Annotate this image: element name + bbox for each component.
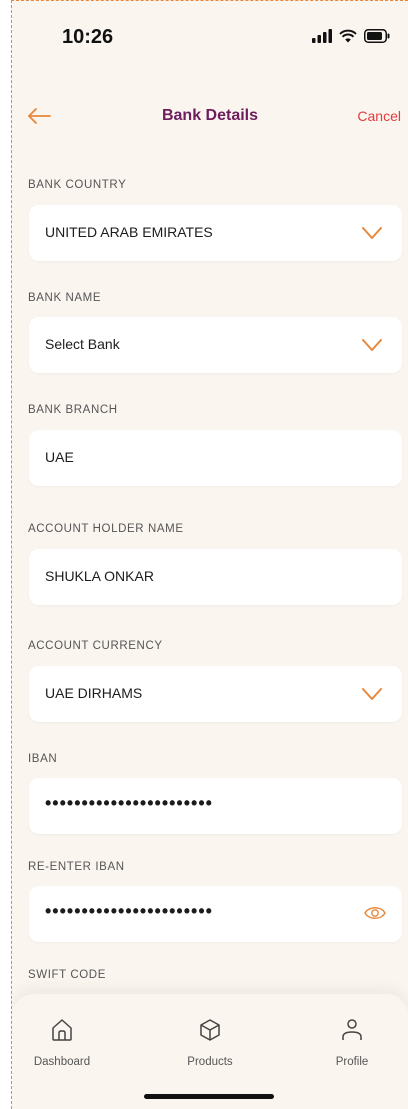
chevron-down-icon <box>362 339 382 351</box>
account-holder-input[interactable]: SHUKLA ONKAR <box>29 549 402 605</box>
bank-details-screen: 10:26 Bank Details Cancel BANK COUNTRY U… <box>11 0 408 1109</box>
tab-dashboard-label: Dashboard <box>33 1056 91 1068</box>
box-icon <box>200 1019 220 1041</box>
chevron-down-icon <box>362 227 382 239</box>
bottom-tab-bar: Dashboard Products Profile <box>12 994 408 1109</box>
account-holder-value: SHUKLA ONKAR <box>45 568 154 584</box>
battery-icon <box>364 29 390 43</box>
status-bar: 10:26 <box>12 1 408 71</box>
signal-icon <box>312 29 332 43</box>
iban-label: IBAN <box>28 753 58 765</box>
bank-name-value: Select Bank <box>45 336 120 352</box>
bank-name-select[interactable]: Select Bank <box>29 317 402 373</box>
eye-icon[interactable] <box>364 904 386 922</box>
account-currency-select[interactable]: UAE DIRHAMS <box>29 666 402 722</box>
tab-profile-label: Profile <box>335 1056 369 1068</box>
account-currency-label: ACCOUNT CURRENCY <box>28 640 163 652</box>
tab-products-label: Products <box>187 1056 233 1068</box>
reenter-iban-input[interactable]: ••••••••••••••••••••••• <box>29 886 402 942</box>
account-holder-label: ACCOUNT HOLDER NAME <box>28 523 184 535</box>
chevron-down-icon <box>362 688 382 700</box>
person-icon <box>342 1019 362 1040</box>
bank-name-label: BANK NAME <box>28 292 102 304</box>
iban-input[interactable]: ••••••••••••••••••••••• <box>29 778 402 834</box>
nav-header: Bank Details Cancel <box>12 97 408 137</box>
account-currency-value: UAE DIRHAMS <box>45 685 143 701</box>
tab-products[interactable]: Products <box>160 1018 260 1068</box>
home-icon <box>52 1019 72 1041</box>
status-icons <box>312 29 390 43</box>
bank-branch-input[interactable]: UAE <box>29 430 402 486</box>
bank-country-value: UNITED ARAB EMIRATES <box>45 224 213 240</box>
page-title: Bank Details <box>161 107 259 124</box>
cancel-button[interactable]: Cancel <box>357 108 401 124</box>
tab-profile[interactable]: Profile <box>302 1018 402 1068</box>
iban-masked-value: ••••••••••••••••••••••• <box>45 793 213 813</box>
reenter-iban-label: RE-ENTER IBAN <box>28 861 125 873</box>
reenter-iban-masked-value: ••••••••••••••••••••••• <box>45 901 213 921</box>
bank-branch-value: UAE <box>45 449 74 465</box>
bank-country-label: BANK COUNTRY <box>28 179 127 191</box>
status-time: 10:26 <box>62 26 114 48</box>
bank-branch-label: BANK BRANCH <box>28 404 118 416</box>
home-indicator <box>144 1094 274 1099</box>
tab-dashboard[interactable]: Dashboard <box>12 1018 112 1068</box>
bank-country-select[interactable]: UNITED ARAB EMIRATES <box>29 205 402 261</box>
swift-code-label: SWIFT CODE <box>28 969 106 981</box>
wifi-icon <box>339 29 357 43</box>
